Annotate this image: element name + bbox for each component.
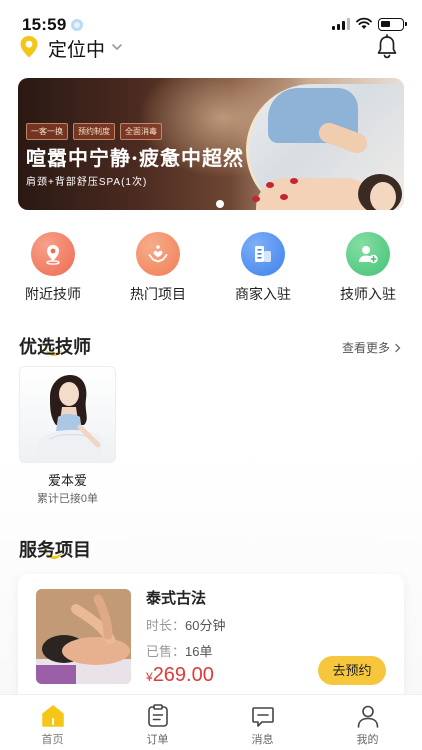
rose-petal-icon xyxy=(290,178,298,184)
tab-label: 订单 xyxy=(146,734,169,746)
signal-icon xyxy=(332,18,350,30)
banner-title: 喧嚣中宁静·疲惫中超然 xyxy=(26,146,244,170)
book-button[interactable]: 去预约 xyxy=(318,656,386,685)
service-sold: 已售：16单 xyxy=(146,641,212,660)
banner-tag: 预约制度 xyxy=(73,123,115,140)
header: 定位中 xyxy=(0,32,422,62)
nav-hot-services[interactable]: 热门项目 xyxy=(108,230,208,310)
location-label[interactable]: 定位中 xyxy=(48,35,105,62)
price-value: 269.00 xyxy=(152,664,214,686)
rose-petal-icon xyxy=(252,196,260,202)
client-face-illustration xyxy=(370,182,396,210)
tab-home[interactable]: 首页 xyxy=(0,695,105,750)
banner-tag: 一客一换 xyxy=(26,123,68,140)
banner-tags: 一客一换 预约制度 全面消毒 xyxy=(26,123,162,140)
user-add-icon xyxy=(346,232,390,276)
service-image[interactable] xyxy=(36,589,131,684)
status-bar: 15:59 xyxy=(0,0,422,34)
hands-heart-icon xyxy=(136,232,180,276)
home-icon xyxy=(42,705,64,727)
view-more-label: 查看更多 xyxy=(342,341,391,355)
nav-label: 商家入驻 xyxy=(235,286,291,302)
tab-orders[interactable]: 订单 xyxy=(105,695,210,750)
message-icon xyxy=(252,707,274,727)
tab-label: 首页 xyxy=(41,734,64,746)
service-duration: 时长：60分钟 xyxy=(146,615,225,634)
tab-messages[interactable]: 消息 xyxy=(210,695,315,750)
nav-merchant-join[interactable]: 商家入驻 xyxy=(213,230,313,310)
tab-profile[interactable]: 我的 xyxy=(315,695,420,750)
location-service-icon xyxy=(71,19,83,31)
massage-photo-image xyxy=(36,589,131,684)
service-name: 泰式古法 xyxy=(146,590,207,607)
technician-name: 爱本爱 xyxy=(47,473,87,488)
rose-petal-icon xyxy=(280,194,288,200)
profile-icon xyxy=(357,705,379,728)
services-section-title: 服务项目 xyxy=(19,540,91,560)
promo-banner[interactable]: 一客一换 预约制度 全面消毒 喧嚣中宁静·疲惫中超然 肩颈+背部舒压SPA(1次… xyxy=(18,78,404,210)
chevron-down-icon[interactable] xyxy=(110,40,124,54)
store-icon xyxy=(241,232,285,276)
carousel-indicator-dot[interactable] xyxy=(216,200,224,208)
nav-label: 技师入驻 xyxy=(340,286,396,302)
duration-value: 60分钟 xyxy=(185,618,226,633)
location-pin-icon[interactable] xyxy=(19,35,39,59)
nav-technician-join[interactable]: 技师入驻 xyxy=(318,230,418,310)
order-icon xyxy=(148,704,168,727)
nav-label: 附近技师 xyxy=(25,286,81,302)
banner-subtitle: 肩颈+背部舒压SPA(1次) xyxy=(26,177,148,188)
featured-section-title: 优选技师 xyxy=(19,337,91,357)
wifi-icon xyxy=(356,17,372,29)
sold-label: 已售： xyxy=(146,644,186,659)
nav-label: 热门项目 xyxy=(130,286,186,302)
bottom-tab-bar: 首页 订单 消息 我的 xyxy=(0,694,422,750)
nav-nearby-technicians[interactable]: 附近技师 xyxy=(3,230,103,310)
location-pin-icon xyxy=(31,232,75,276)
sold-value: 16单 xyxy=(185,644,213,659)
bell-icon[interactable] xyxy=(375,34,399,60)
chevron-right-icon xyxy=(395,343,401,353)
battery-icon xyxy=(378,18,407,31)
tab-label: 消息 xyxy=(251,734,274,746)
view-more-link[interactable]: 查看更多 xyxy=(342,339,402,356)
quick-nav: 附近技师 热门项目 商家入驻 技师入驻 xyxy=(0,230,422,310)
banner-tag: 全面消毒 xyxy=(120,123,162,140)
service-price: ¥269.00 xyxy=(146,664,214,687)
currency-symbol: ¥ xyxy=(146,670,153,684)
technician-photo[interactable] xyxy=(19,366,116,463)
duration-label: 时长： xyxy=(146,618,186,633)
rose-petal-icon xyxy=(266,182,274,188)
technician-order-count: 累计已接0单 xyxy=(36,493,99,505)
tab-label: 我的 xyxy=(356,734,379,746)
technician-portrait-image xyxy=(37,375,104,462)
